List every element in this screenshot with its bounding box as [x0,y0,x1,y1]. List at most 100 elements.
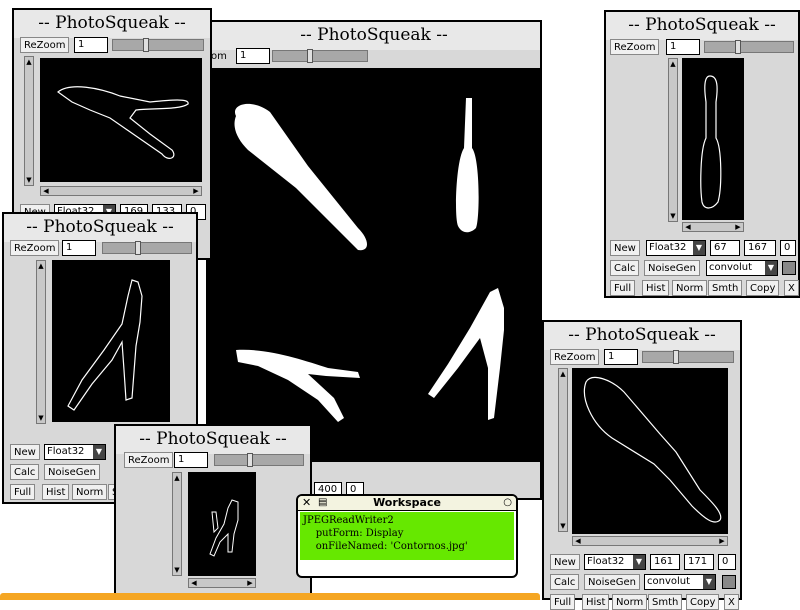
format-dropdown[interactable]: Float32 ▼ [646,240,706,256]
new-button[interactable]: New [10,444,40,460]
scroll-down-icon[interactable]: ▼ [173,566,181,574]
extra-field[interactable]: 0 [718,554,736,570]
operation-dropdown[interactable]: convolut ▼ [706,260,778,276]
menu-icon[interactable]: ▤ [318,496,327,510]
smth-button[interactable]: Smth [648,594,683,610]
scroll-up-icon[interactable]: ▲ [559,370,567,378]
rezoom-button[interactable]: ReZoom [124,452,174,468]
scroll-down-icon[interactable]: ▼ [25,176,33,184]
noisegen-button[interactable]: NoiseGen [44,464,100,480]
width-field[interactable]: 67 [710,240,740,256]
window-title[interactable]: -- PhotoSqueak -- [14,10,210,38]
image-canvas[interactable] [572,368,728,534]
full-button[interactable]: Full [610,280,636,296]
close-button[interactable]: X [784,280,799,296]
collapse-icon[interactable]: ○ [503,496,512,510]
horizontal-scrollbar[interactable]: ◀ ▶ [40,186,202,196]
window-title[interactable]: -- PhotoSqueak -- [544,322,740,350]
zoom-slider[interactable] [214,453,304,467]
close-button[interactable]: X [724,594,739,610]
rezoom-button[interactable]: ReZoom [610,39,660,55]
horizontal-scrollbar[interactable]: ◀ ▶ [188,578,256,588]
zoom-slider[interactable] [102,241,192,255]
zoom-field[interactable]: 1 [74,37,108,53]
extra-field[interactable]: 0 [780,240,796,256]
window-title[interactable]: -- PhotoSqueak -- [116,426,310,454]
window-title[interactable]: -- PhotoSqueak -- [4,214,196,242]
horizontal-scrollbar[interactable]: ◀ ▶ [682,222,744,232]
image-canvas[interactable] [682,58,744,220]
scroll-up-icon[interactable]: ▲ [173,474,181,482]
close-icon[interactable]: ✕ [302,496,311,510]
color-swatch[interactable] [782,261,796,275]
scroll-left-icon[interactable]: ◀ [684,223,692,231]
scroll-right-icon[interactable]: ▶ [246,579,254,587]
scroll-down-icon[interactable]: ▼ [559,522,567,530]
vertical-scrollbar[interactable]: ▲ ▼ [36,260,46,424]
rezoom-button[interactable]: ReZoom [20,37,70,53]
window-title[interactable]: -- PhotoSqueak -- [208,22,540,50]
scroll-up-icon[interactable]: ▲ [25,58,33,66]
zoom-field[interactable]: 1 [666,39,700,55]
rezoom-button[interactable]: ReZoom [550,349,600,365]
hist-button[interactable]: Hist [582,594,610,610]
scroll-right-icon[interactable]: ▶ [192,187,200,195]
photosqueak-window-top-right[interactable]: -- PhotoSqueak -- ReZoom 1 ▲ ▼ ◀ ▶ New F… [604,10,800,298]
zoom-field[interactable]: 1 [236,48,270,64]
vertical-scrollbar[interactable]: ▲ ▼ [558,368,568,532]
width-field[interactable]: 161 [650,554,680,570]
scroll-left-icon[interactable]: ◀ [190,579,198,587]
calc-button[interactable]: Calc [610,260,640,276]
photosqueak-window-bottom-left[interactable]: -- PhotoSqueak -- ReZoom 1 ▲ ▼ ◀ ▶ [114,424,312,600]
scroll-down-icon[interactable]: ▼ [37,414,45,422]
copy-button[interactable]: Copy [686,594,720,610]
workspace-title-bar[interactable]: ✕ ▤ Workspace ○ [298,496,516,511]
noisegen-button[interactable]: NoiseGen [644,260,700,276]
format-dropdown[interactable]: Float32 ▼ [584,554,646,570]
scroll-right-icon[interactable]: ▶ [718,537,726,545]
window-title[interactable]: -- PhotoSqueak -- [606,12,798,40]
zoom-slider[interactable] [704,40,794,54]
copy-button[interactable]: Copy [746,280,780,296]
color-swatch[interactable] [722,575,736,589]
scroll-left-icon[interactable]: ◀ [42,187,50,195]
image-canvas[interactable] [188,472,256,576]
hist-button[interactable]: Hist [42,484,70,500]
scroll-up-icon[interactable]: ▲ [37,262,45,270]
image-canvas[interactable] [40,58,202,182]
vertical-scrollbar[interactable]: ▲ ▼ [24,56,34,186]
zoom-field[interactable]: 1 [604,349,638,365]
format-dropdown[interactable]: Float32 ▼ [44,444,106,460]
hist-button[interactable]: Hist [642,280,670,296]
noisegen-button[interactable]: NoiseGen [584,574,640,590]
vertical-scrollbar[interactable]: ▲ ▼ [668,58,678,222]
new-button[interactable]: New [550,554,580,570]
zoom-slider[interactable] [112,38,204,52]
photosqueak-window-bottom-right[interactable]: -- PhotoSqueak -- ReZoom 1 ▲ ▼ ◀ ▶ New F… [542,320,742,610]
norm-button[interactable]: Norm [672,280,708,296]
norm-button[interactable]: Norm [72,484,108,500]
scroll-down-icon[interactable]: ▼ [669,212,677,220]
full-button[interactable]: Full [10,484,36,500]
workspace-window[interactable]: ✕ ▤ Workspace ○ JPEGReadWriter2 putForm:… [296,494,518,578]
zoom-slider[interactable] [272,49,368,63]
calc-button[interactable]: Calc [10,464,40,480]
scroll-right-icon[interactable]: ▶ [734,223,742,231]
taskbar-strip[interactable] [0,593,540,600]
scroll-up-icon[interactable]: ▲ [669,60,677,68]
height-field[interactable]: 167 [744,240,776,256]
norm-button[interactable]: Norm [612,594,648,610]
calc-button[interactable]: Calc [550,574,580,590]
zoom-slider[interactable] [642,350,734,364]
rezoom-button[interactable]: ReZoom [10,240,60,256]
zoom-field[interactable]: 1 [174,452,208,468]
zoom-field[interactable]: 1 [62,240,96,256]
workspace-text-area[interactable]: JPEGReadWriter2 putForm: Display onFileN… [300,512,514,560]
horizontal-scrollbar[interactable]: ◀ ▶ [572,536,728,546]
scroll-left-icon[interactable]: ◀ [574,537,582,545]
height-field[interactable]: 171 [684,554,714,570]
smth-button[interactable]: Smth [708,280,743,296]
operation-dropdown[interactable]: convolut ▼ [644,574,716,590]
image-canvas[interactable] [208,68,540,462]
image-canvas[interactable] [52,260,170,422]
